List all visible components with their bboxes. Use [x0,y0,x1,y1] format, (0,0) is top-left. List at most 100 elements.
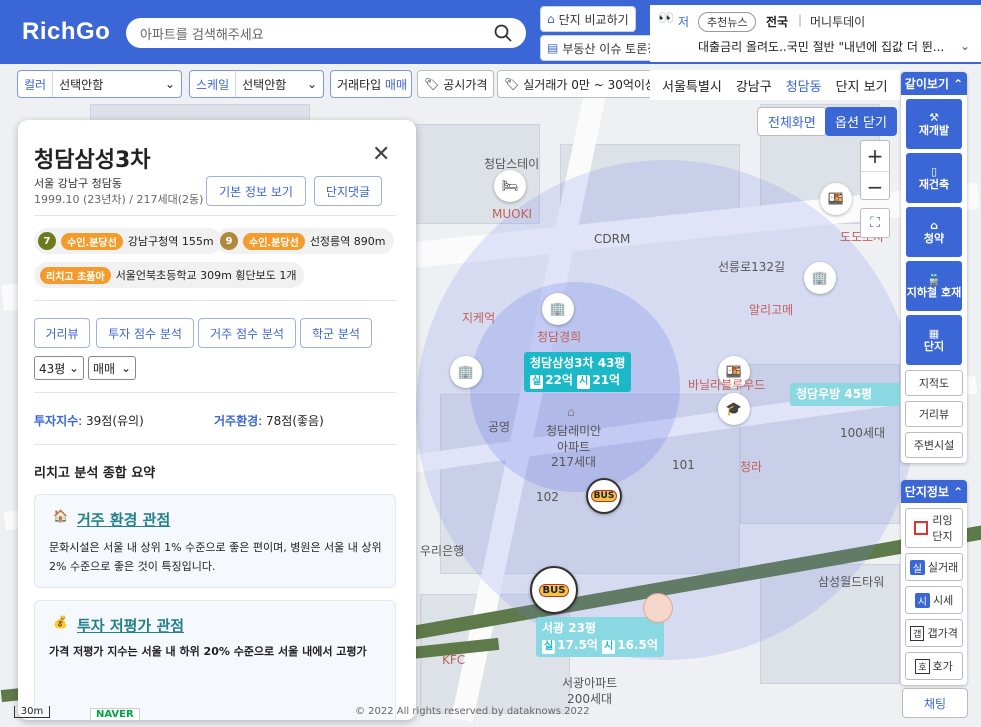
woobang-price-tag[interactable]: 청담우방 45평 [790,383,900,406]
complex-title: 청담삼성3차 [34,148,151,173]
summary-title: 리치고 분석 종합 요약 [34,466,156,481]
tab-school-analysis[interactable]: 학군 분석 [300,318,372,348]
hotel-pin-icon[interactable]: 🛏 [494,170,526,202]
gap-price-toggle[interactable]: 갭 갭가격 [905,619,963,647]
map-label-muoki: MUOKI [492,207,532,221]
comments-button[interactable]: 단지댓글 [314,176,382,206]
overlay-reconstruction[interactable]: ▯ 재건축 [906,153,962,203]
fullscreen-button[interactable]: 전체화면 [757,107,827,136]
overlay-nearby[interactable]: 주변시설 [905,432,963,458]
rich-complex-toggle[interactable]: 리잉 단지 [905,508,963,548]
search-bar[interactable]: 아파트를 검색해주세요 [126,18,526,48]
market-price-toggle[interactable]: 시 시세 [905,586,963,614]
school-pin-icon[interactable]: 🎓 [718,393,750,425]
copyright: © 2022 All rights reserved by dataknows … [355,706,590,717]
eyes-icon: 👀 [658,11,675,26]
tab-invest-analysis[interactable]: 투자 점수 분석 [96,318,194,348]
close-icon[interactable]: ✕ [372,142,390,167]
train-icon: 🚆 [927,272,941,286]
close-options-button[interactable]: 옵션 닫기 [825,107,897,136]
board-icon: ▤ [547,41,559,55]
living-card: 🏠 거주 환경 관점 문화시설은 서울 내 상위 1% 수준으로 좋은 편이며,… [34,494,396,588]
news-headline[interactable]: 대출금리 올려도..국민 절반 "내년에 집값 더 뛴... [698,38,960,55]
tag-icon: 🏷 [424,77,440,91]
color-select[interactable]: 컬러 선택안함 ⌄ [17,70,182,98]
invest-card-text: 가격 저평가 지수는 서울 내 하위 20% 수준으로 서울 내에서 고평가 [49,645,367,658]
bus-stop-icon[interactable]: BUS [586,478,622,514]
building-pin-icon[interactable]: 🏢 [804,262,836,294]
map-label-woobang-sub: 100세대 [840,426,885,440]
naver-logo: NAVER [90,708,140,721]
chevron-down-icon: ⌄ [306,77,317,91]
address-breadcrumb: 서울특별시 강남구 청담동 단지 보기 [650,70,900,100]
overlay-sidebar-head[interactable]: 같이보기 ⌃ [901,72,967,95]
scale-select[interactable]: 스케일 선택안함 ⌄ [189,70,324,98]
news-tab-money[interactable]: 머니투데이 [810,13,865,30]
map-label-samsung: 삼성월드타워 [818,575,885,589]
real-price-filter-button[interactable]: 🏷 실거래가 0만 ~ 30억이상 [497,70,663,98]
transit-chip: 7 수인.분당선 강남구청역 155m [34,228,222,254]
building-icon: ▦ [928,326,940,340]
map-label-cdrm: CDRM [594,232,631,246]
tab-living-analysis[interactable]: 거주 점수 분석 [198,318,296,348]
zoom-out-button[interactable]: − [861,171,889,201]
overlay-cadastral[interactable]: 지적도 [905,370,963,396]
transit-chip: 9 수인.분당선 선정릉역 890m [216,228,394,254]
news-ticker[interactable]: 👀 저 추천뉴스 전국 | 머니투데이 대출금리 올려도..국민 절반 "내년에… [650,5,981,62]
home-icon: ⌂ [547,12,555,26]
chat-button[interactable]: 채팅 [902,688,968,718]
tab-street-view[interactable]: 거리뷰 [34,318,90,348]
restaurant-pin-icon[interactable]: 🍱 [820,183,852,215]
overlay-sidebar: 같이보기 ⌃ ⚒ 재개발 ▯ 재건축 ⌂ 청약 🚆 지하철 호재 ▦ 단지 지적도 거리뷰… [901,72,967,463]
location-pin-icon: ⌂ [567,405,575,419]
complex-price-tag[interactable]: 청담삼성3차 43평 실 22억 시 21억 [524,352,632,392]
overlay-subscription[interactable]: ⌂ 청약 [906,207,962,257]
overlay-street-view[interactable]: 거리뷰 [905,401,963,427]
map-label-kfc: KFC [442,653,466,667]
overlay-redevelopment[interactable]: ⚒ 재개발 [906,99,962,149]
trade-type-select[interactable]: 거래타입 매매 [330,70,412,98]
house-icon: ⌂ [930,218,938,232]
seogwang-price-tag[interactable]: 서광 23평 실 17.5억 시 16.5억 [536,617,664,657]
overlay-complex[interactable]: ▦ 단지 [906,315,962,365]
school-chip: 리치고 초품아 서울언북초등학교 309m 횡단보도 1개 [34,262,305,288]
bus-stop-icon[interactable]: BUS [530,566,578,614]
invest-card: 💰 투자 저평가 관점 가격 저평가 지수는 서울 내 하위 20% 수준으로 … [34,600,396,720]
living-card-title[interactable]: 거주 환경 관점 [77,509,170,530]
news-tab-all[interactable]: 전국 [766,13,788,30]
zoom-in-button[interactable]: + [861,141,889,171]
chevron-down-icon[interactable]: ⌄ [960,39,970,53]
map-label-cheongra: 청라 [740,460,763,474]
complex-info: 1999.10 (23년차) / 217세대(2동) [34,193,204,206]
building-pin-icon[interactable]: 🏢 [542,293,574,325]
excavator-icon: ⚒ [929,110,939,124]
map-label-gongyeong: 공영 [488,420,511,434]
public-price-button[interactable]: 🏷 공시가격 [417,70,495,98]
real-trade-toggle[interactable]: 실 실거래 [905,553,963,581]
map-label-alligom: 알리고메 [749,303,794,317]
compare-complex-button[interactable]: ⌂ 단지 비교하기 [540,6,636,32]
map-label-road: 선릉로132길 [718,260,786,274]
peach-character-icon [643,593,673,623]
info-sidebar-head[interactable]: 단지정보 ⌃ [901,480,967,503]
size-select[interactable]: 43평 ⌄ [34,356,84,380]
invest-card-title[interactable]: 투자 저평가 관점 [77,615,184,636]
search-icon[interactable] [494,24,512,42]
trade-select[interactable]: 매매 ⌄ [88,356,136,380]
richgo-logo[interactable]: RichGo [22,18,110,46]
forum-button[interactable]: ▤ 부동산 이슈 토론장 [540,35,666,61]
invest-score: 투자지수: 39점(유의) [34,414,144,428]
building-pin-icon[interactable]: 🏢 [450,356,482,388]
door-icon: ▯ [930,164,938,178]
hoga-toggle[interactable]: 호 호가 [905,652,963,680]
overlay-subway[interactable]: 🚆 지하철 호재 [906,261,962,311]
street-view-icon[interactable]: ⛶ [860,208,890,238]
search-placeholder[interactable]: 아파트를 검색해주세요 [140,24,494,43]
map-label-jikeok: 지케억 [462,311,496,325]
basic-info-button[interactable]: 기본 정보 보기 [206,176,306,206]
map-label-102: 102 [536,490,559,504]
info-sidebar: 단지정보 ⌃ 리잉 단지 실 실거래 시 시세 갭 갭가격 호 호가 [901,480,967,685]
map-label-101: 101 [672,458,695,472]
news-tag[interactable]: 추천뉴스 [698,12,757,32]
money-bag-icon: 💰 [53,615,68,629]
